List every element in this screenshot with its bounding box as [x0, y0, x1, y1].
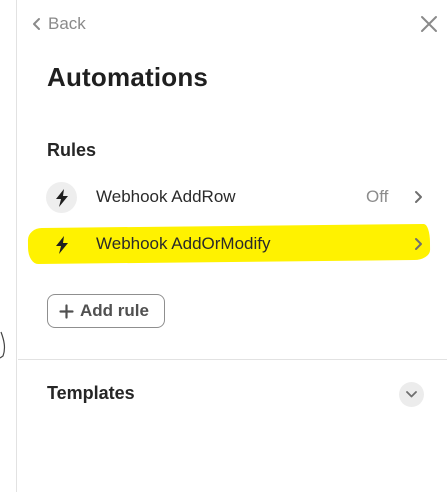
rule-item-webhook-addrow[interactable]: Webhook AddRow Off — [18, 174, 447, 220]
rule-item-webhook-addormodify[interactable]: Webhook AddOrModify — [18, 221, 447, 267]
close-icon[interactable] — [418, 13, 440, 35]
add-rule-label: Add rule — [80, 301, 149, 320]
back-label: Back — [48, 14, 86, 33]
rules-section-label: Rules — [47, 140, 97, 160]
chevron-right-icon — [415, 191, 422, 203]
templates-section-label: Templates — [47, 383, 135, 403]
templates-toggle-button[interactable] — [399, 382, 424, 407]
rule-name: Webhook AddRow — [96, 187, 236, 206]
chevron-right-icon — [415, 238, 422, 250]
page-title: Automations — [47, 62, 209, 92]
plus-icon — [59, 303, 74, 319]
lightning-icon — [46, 182, 77, 213]
background-page-edge — [0, 0, 17, 492]
chevron-left-icon — [33, 18, 40, 30]
background-sketch — [0, 331, 6, 359]
rule-status: Off — [366, 187, 389, 206]
automations-panel: Back Automations Rules Webhook AddRow Of… — [18, 0, 447, 492]
lightning-icon — [46, 229, 77, 260]
section-divider — [18, 359, 447, 360]
add-rule-button[interactable]: Add rule — [47, 294, 165, 328]
back-button[interactable]: Back — [32, 12, 86, 36]
chevron-down-icon — [406, 391, 417, 398]
rule-name: Webhook AddOrModify — [96, 234, 271, 253]
